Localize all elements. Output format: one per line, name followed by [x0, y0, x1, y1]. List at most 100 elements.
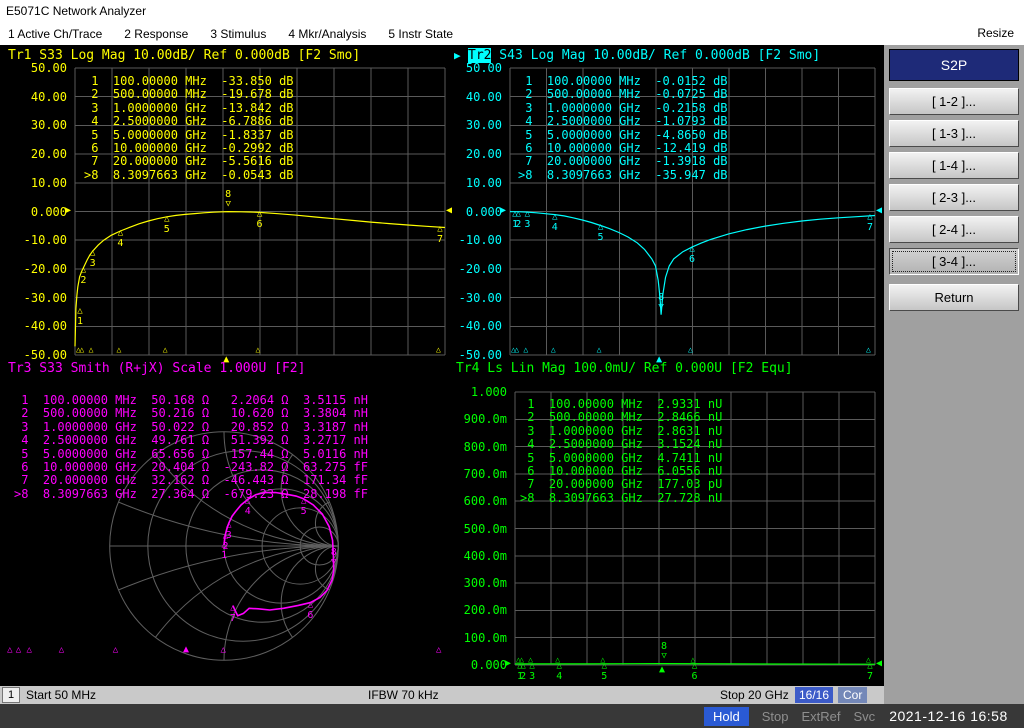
softkey-3-4[interactable]: [ 3-4 ]...: [889, 248, 1019, 275]
marker-up-icon: △: [117, 227, 124, 238]
y-tick-label: 0.000: [470, 658, 507, 672]
softkey-1-4[interactable]: [ 1-4 ]...: [889, 152, 1019, 179]
menu-item-active-ch-trace[interactable]: 1 Active Ch/Trace: [8, 27, 102, 41]
marker-7: △ 7: [229, 602, 236, 624]
status-bar-right-filler: [884, 686, 1024, 704]
tr4-label[interactable]: Tr4: [456, 361, 479, 376]
marker-table-row: 3 1.0000000 GHz 2.8631 nU: [520, 423, 723, 438]
marker-up-icon: △: [597, 222, 604, 233]
correction-badge: Cor: [838, 687, 868, 703]
marker-7: △ 7: [866, 212, 874, 234]
start-frequency-label: Start 50 MHz: [26, 688, 97, 702]
stop-indicator: Stop: [761, 708, 789, 724]
stimulus-marker-icon: △: [112, 645, 119, 655]
softkey-panel: S2P [ 1-2 ]... [ 1-3 ]... [ 1-4 ]... [ 2…: [884, 45, 1024, 704]
datetime-display: 2021-12-16 16:58: [889, 708, 1008, 724]
marker-table-row: >8 8.3097663 GHz -0.0543 dB: [84, 167, 294, 182]
y-tick-label: 400.0m: [463, 548, 507, 563]
y-tick-label: 20.00: [465, 147, 502, 162]
tr2-quadrant: ▶ Tr2 S43 Log Mag 10.00dB/ Ref 0.000dB […: [448, 45, 884, 365]
ref-level-arrow-right-icon: ◀: [876, 658, 883, 669]
tr3-label[interactable]: Tr3: [8, 361, 31, 376]
tr4-title[interactable]: Tr4 Ls Lin Mag 100.0mU/ Ref 0.000U [F2 E…: [456, 361, 793, 376]
stimulus-marker-icon: △: [523, 345, 529, 354]
marker-table-row: 1 100.00000 MHz -0.0152 dB: [518, 74, 728, 88]
marker-table-row: 7 20.000000 GHz -5.5616 dB: [84, 154, 294, 169]
marker-up-icon: △: [89, 248, 96, 259]
stimulus-marker-icon: △: [220, 645, 226, 655]
softkey-1-2[interactable]: [ 1-2 ]...: [889, 88, 1019, 115]
y-tick-label: 50.00: [465, 61, 502, 75]
ref-level-arrow-left-icon: ▶: [500, 204, 507, 216]
softkey-2-3[interactable]: [ 2-3 ]...: [889, 184, 1019, 211]
marker-table-row: 5 5.0000000 GHz 65.656 Ω 157.44 Ω 5.0116…: [14, 446, 369, 461]
menu-item-response[interactable]: 2 Response: [124, 27, 188, 41]
marker-table-row: 1 100.00000 MHz 2.9331 nU: [520, 397, 723, 411]
stimulus-marker-icon: △: [600, 655, 606, 664]
tr4-title-text: Ls Lin Mag 100.0mU/ Ref 0.000U [F2 Equ]: [479, 361, 793, 376]
tr2-title[interactable]: Tr2 S43 Log Mag 10.00dB/ Ref 0.000dB [F2…: [468, 48, 820, 63]
y-tick-label: 700.0m: [463, 466, 507, 481]
marker-table-row: >8 8.3097663 GHz 27.364 Ω -679.23 Ω 28.1…: [14, 486, 369, 501]
marker-table-row: 5 5.0000000 GHz 4.7411 nU: [520, 450, 723, 465]
softkey-1-3[interactable]: [ 1-3 ]...: [889, 120, 1019, 147]
ref-level-arrow-right-icon: ◀: [876, 204, 883, 216]
marker-table-row: 1 100.00000 MHz 50.168 Ω 2.2064 Ω 3.5115…: [14, 393, 369, 407]
tr4-quadrant: Tr4 Ls Lin Mag 100.0mU/ Ref 0.000U [F2 E…: [448, 358, 884, 686]
stimulus-marker-icon: △: [26, 645, 32, 655]
stimulus-marker-icon: △: [514, 345, 520, 354]
y-tick-label: 1.000: [470, 385, 507, 399]
extref-indicator: ExtRef: [801, 708, 841, 724]
marker-up-icon: △: [307, 599, 314, 610]
menu-item-stimulus[interactable]: 3 Stimulus: [210, 27, 266, 41]
softkey-menu-title: S2P: [889, 49, 1019, 81]
stimulus-marker-icon: △: [436, 645, 442, 655]
marker-4: △ 4: [551, 211, 558, 233]
menu-item-instr-state[interactable]: 5 Instr State: [388, 27, 453, 41]
marker-table-row: 7 20.000000 GHz 177.03 pU: [520, 477, 723, 492]
y-tick-label: 600.0m: [463, 494, 507, 509]
marker-6: △ 6: [691, 660, 698, 682]
marker-table-row: 3 1.0000000 GHz -0.2158 dB: [518, 100, 728, 115]
marker-5: △ 5: [601, 660, 608, 682]
stimulus-marker-icon: △: [596, 345, 602, 354]
tr3-quadrant: Tr3 S33 Smith (R+jX) Scale 1.000U [F2] 1…: [0, 358, 448, 686]
tr2-y-axis-labels: 50.00 40.00 30.00 20.00 10.00 0.000 -10.00 -20.…: [450, 61, 506, 362]
marker-up-icon: △: [245, 496, 251, 507]
marker-up-icon: △: [515, 208, 521, 219]
window-title: E5071C Network Analyzer: [6, 4, 147, 18]
marker-table-row: 5 5.0000000 GHz -4.8650 dB: [518, 127, 728, 142]
marker-5: △ 5: [300, 495, 307, 517]
marker-table-row: 2 500.00000 MHz -0.0725 dB: [518, 87, 728, 102]
stimulus-marker-icon: △: [528, 655, 533, 664]
stimulus-marker-icon: △: [116, 345, 122, 354]
menu-item-mkr-analysis[interactable]: 4 Mkr/Analysis: [288, 27, 366, 41]
tr3-title-text: S33 Smith (R+jX) Scale 1.000U [F2]: [31, 361, 306, 376]
marker-2: △ 2: [515, 208, 522, 230]
y-tick-label: 900.0m: [463, 412, 507, 427]
marker-up-icon: △: [77, 305, 83, 316]
marker-8: 8 ▽: [330, 547, 337, 568]
y-tick-label: -20.00: [458, 261, 502, 276]
marker-table-row: 4 2.5000000 GHz 49.761 Ω 51.392 Ω 3.2717…: [14, 433, 369, 448]
softkey-2-4[interactable]: [ 2-4 ]...: [889, 216, 1019, 243]
marker-table-row: 2 500.00000 MHz 2.8466 nU: [520, 410, 723, 425]
tr3-title[interactable]: Tr3 S33 Smith (R+jX) Scale 1.000U [F2]: [8, 361, 305, 376]
softkey-return[interactable]: Return: [889, 284, 1019, 311]
marker-down-icon: ▽: [225, 198, 231, 209]
marker-5: △ 5: [597, 222, 604, 244]
marker-table-row: 6 10.000000 GHz 6.0556 nU: [520, 464, 723, 479]
marker-table-row: >8 8.3097663 GHz 27.728 nU: [520, 490, 723, 505]
stimulus-marker-icon: △: [436, 345, 441, 354]
tr4-y-axis-labels: 1.000 900.0m 800.0m 700.0m 600.0m 500.0m 400.0…: [452, 385, 511, 672]
marker-table-row: 4 2.5000000 GHz -1.0793 dB: [518, 114, 728, 129]
y-tick-label: -10.00: [458, 233, 502, 248]
marker-up-icon: △: [524, 209, 531, 220]
marker-table-row: 5 5.0000000 GHz -1.8337 dB: [84, 127, 294, 142]
marker-7: △ 7: [866, 661, 874, 683]
stimulus-marker-icon: △: [550, 345, 556, 354]
resize-button[interactable]: Resize: [977, 22, 1014, 45]
tr1-label[interactable]: Tr1: [8, 48, 31, 63]
y-tick-label: 300.0m: [463, 576, 507, 591]
marker-6: △ 6: [307, 599, 314, 621]
